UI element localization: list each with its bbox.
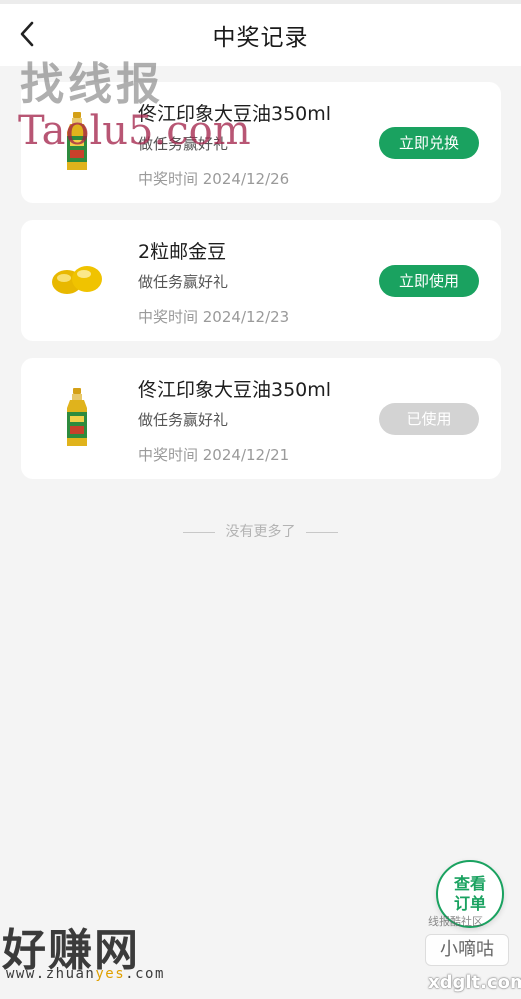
watermark-url-part: .com [125,966,165,982]
win-time: 中奖时间 2024/12/23 [138,308,290,326]
view-orders-label-line1: 查看 [453,874,486,893]
page-title: 中奖记录 [212,25,309,51]
watermark-url-highlight: yes [95,966,126,982]
oil-bottle-icon [47,380,107,456]
product-name: 2粒邮金豆 [138,241,227,263]
record-description: 做任务赢好礼 [138,273,229,291]
divider-right [305,531,338,533]
watermark-bottom-url: www.zhuanyes.com [6,966,165,982]
product-name: 佟江印象大豆油350ml [138,379,332,401]
win-time: 中奖时间 2024/12/21 [138,446,290,464]
prize-record-card: 佟江印象大豆油350ml 做任务赢好礼 中奖时间 2024/12/21 已使用 [21,358,501,479]
watermark-community: 线报酷社区 [428,915,483,928]
watermark-badge: 小嘀咕 [425,934,509,966]
golden-beans-icon [47,242,107,318]
watermark-site: xdglt.com [428,972,521,993]
divider-left [183,531,216,533]
watermark-top-cn: 找线报 [20,59,164,110]
no-more-indicator: 没有更多了 [0,521,521,541]
watermark-url-part: www.zhuan [6,966,96,982]
watermark-top-en: Taolu5.com [18,108,251,154]
use-now-button[interactable]: 立即使用 [379,265,479,297]
win-time: 中奖时间 2024/12/26 [138,170,290,188]
redeem-button[interactable]: 立即兑换 [379,127,479,159]
prize-record-card: 2粒邮金豆 做任务赢好礼 中奖时间 2024/12/23 立即使用 [21,220,501,341]
record-description: 做任务赢好礼 [138,411,229,429]
no-more-text: 没有更多了 [225,524,296,540]
used-status-button: 已使用 [379,403,479,435]
view-orders-label-line2: 订单 [453,894,486,913]
